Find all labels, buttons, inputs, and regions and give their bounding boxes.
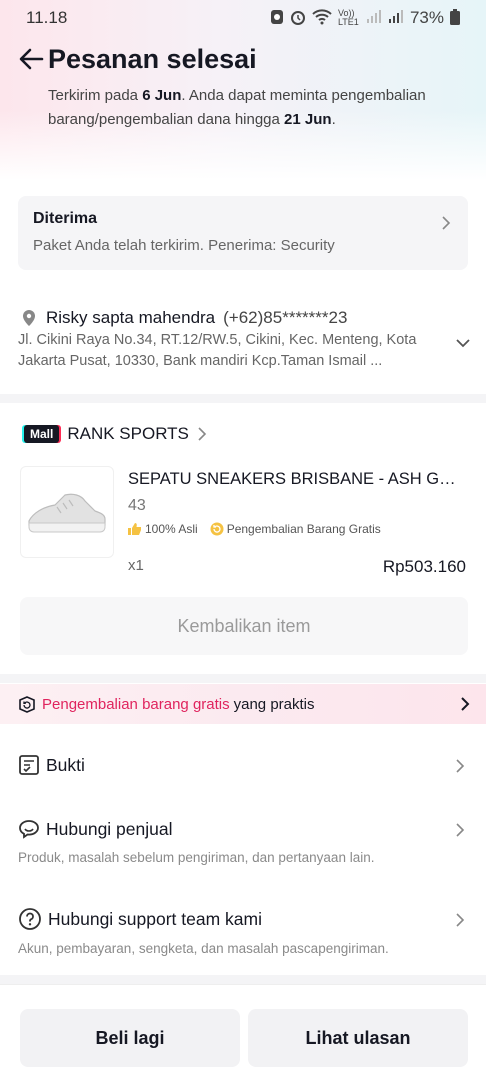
page-title: Pesanan selesai [48, 44, 257, 74]
chevron-right-icon [198, 427, 207, 441]
free-return-badge-label: Pengembalian Barang Gratis [226, 522, 381, 536]
return-box-icon [19, 696, 35, 713]
status-time: 11.18 [26, 8, 68, 27]
contact-support-item[interactable]: Hubungi support team kami Akun, pembayar… [18, 907, 468, 956]
free-return-promo-banner[interactable]: Pengembalian barang gratis yang praktis [0, 684, 486, 724]
address-text: Jl. Cikini Raya No.34, RT.12/RW.5, Cikin… [18, 332, 417, 369]
delivered-date: 6 Jun [142, 87, 182, 104]
contact-support-desc: Akun, pembayaran, sengketa, dan masalah … [18, 941, 389, 956]
recipient-name: Risky sapta mahendra [46, 308, 216, 327]
battery-percent: 73% [409, 8, 444, 27]
promo-text: yang praktis [233, 695, 315, 713]
return-coin-icon [210, 522, 224, 536]
buy-again-button[interactable]: Beli lagi [20, 1009, 240, 1067]
product-price: Rp503.160 [382, 557, 466, 576]
chevron-right-icon [456, 823, 465, 837]
promo-highlight: Pengembalian barang gratis [42, 695, 230, 713]
wifi-icon [312, 8, 332, 28]
contact-support-title: Hubungi support team kami [48, 908, 262, 929]
alarm-icon [290, 9, 306, 28]
subtitle-text-1: Terkirim pada [48, 87, 143, 104]
status-icons: Vo)) LTE1 73% [270, 8, 460, 28]
subtitle-text-3: . [331, 111, 336, 128]
help-question-icon [19, 908, 41, 930]
product-title[interactable]: SEPATU SNEAKERS BRISBANE - ASH GREY [128, 470, 464, 489]
status-bar: 11.18 Vo)) LTE1 73% [0, 0, 486, 36]
battery-icon [450, 8, 460, 28]
back-button[interactable] [18, 46, 46, 74]
back-arrow-icon [19, 48, 44, 70]
return-item-button[interactable]: Kembalikan item [20, 597, 468, 655]
view-reviews-button[interactable]: Lihat ulasan [248, 1009, 468, 1067]
bottom-action-bar: Beli lagi Lihat ulasan [0, 984, 486, 1080]
delivery-detail: Paket Anda telah terkirim. Penerima: Sec… [33, 237, 335, 254]
shop-link[interactable]: Mall RANK SPORTS [24, 424, 207, 444]
product-badges: 100% Asli Pengembalian Barang Gratis [128, 522, 381, 536]
signal-icon-1 [366, 9, 382, 27]
chevron-right-icon [456, 759, 465, 773]
return-deadline-date: 21 Jun [284, 111, 332, 128]
thumbs-up-icon [128, 523, 141, 535]
chevron-right-icon [461, 697, 470, 711]
sneaker-image-icon [28, 493, 106, 533]
free-return-badge: Pengembalian Barang Gratis [210, 522, 381, 536]
delivery-status-card[interactable]: Diterima Paket Anda telah terkirim. Pene… [18, 196, 468, 270]
proof-item[interactable]: Bukti [18, 754, 468, 776]
mall-badge: Mall [24, 425, 60, 443]
authentic-badge-label: 100% Asli [145, 522, 198, 536]
shop-name: RANK SPORTS [67, 424, 189, 443]
delivery-status: Diterima [33, 210, 98, 227]
location-pin-icon [23, 310, 35, 326]
contact-seller-item[interactable]: Hubungi penjual Produk, masalah sebelum … [18, 818, 468, 865]
proof-title: Bukti [46, 754, 85, 775]
section-divider [0, 674, 486, 683]
signal-icon-2 [388, 9, 404, 27]
section-divider [0, 394, 486, 403]
product-variant: 43 [128, 497, 146, 514]
chat-icon [19, 820, 39, 839]
chevron-right-icon [456, 913, 465, 927]
return-deadline-text: Terkirim pada 6 Jun. Anda dapat meminta … [48, 84, 448, 132]
chevron-right-icon [442, 216, 451, 230]
product-quantity: x1 [128, 557, 144, 574]
shipping-address[interactable]: Risky sapta mahendra (+62)85*******23 Jl… [18, 308, 472, 372]
contact-seller-desc: Produk, masalah sebelum pengiriman, dan … [18, 850, 375, 865]
product-image[interactable] [20, 466, 114, 558]
contact-seller-title: Hubungi penjual [46, 818, 173, 839]
authentic-badge: 100% Asli [128, 522, 198, 536]
chevron-down-icon[interactable] [456, 338, 470, 348]
notification-icon [270, 9, 284, 28]
section-divider [0, 975, 486, 984]
network-label: Vo)) LTE1 [337, 8, 359, 27]
proof-document-icon [19, 755, 39, 775]
recipient-phone: (+62)85*******23 [223, 308, 348, 327]
